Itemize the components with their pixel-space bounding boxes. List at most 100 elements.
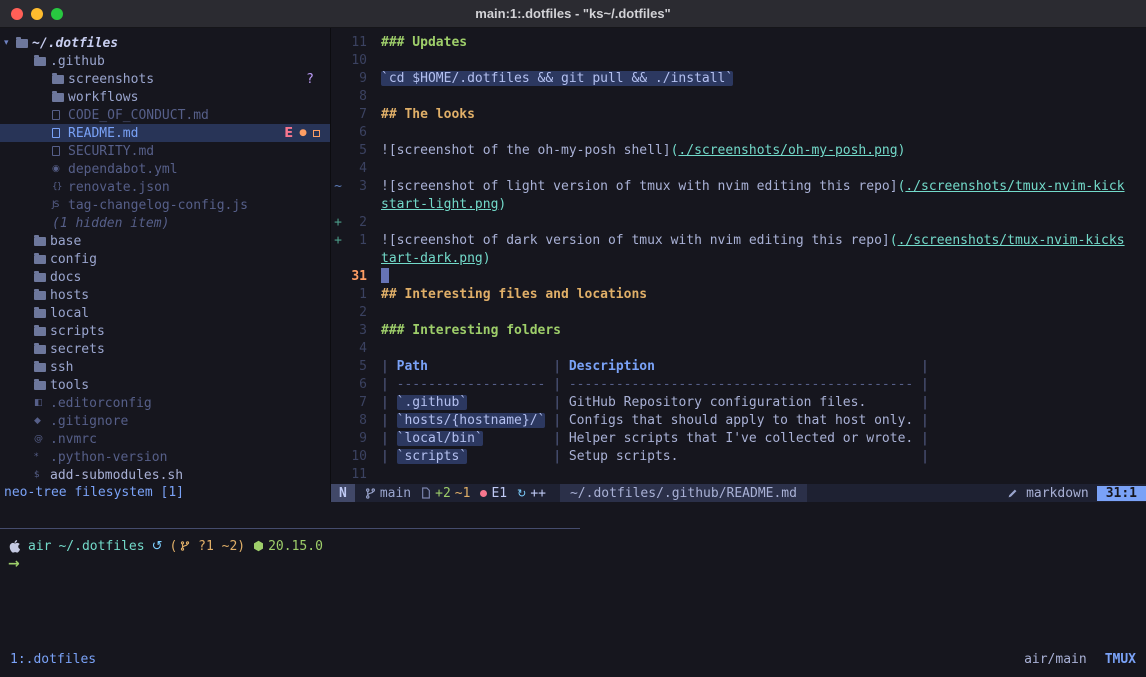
tree-item-label: .python-version [50, 450, 167, 465]
editor-line-10[interactable]: 10| `scripts` | Setup scripts. | [331, 448, 1146, 466]
tree-item-dependabot-yml[interactable]: ◉dependabot.yml [0, 160, 330, 178]
pencil-icon [1007, 488, 1018, 499]
line-number: 11 [345, 466, 367, 484]
diff-changed: ~1 [455, 486, 471, 501]
editor-line-6[interactable]: 6 [331, 124, 1146, 142]
line-number [345, 196, 367, 214]
text-segment: `cd $HOME/.dotfiles && git pull && ./ins… [381, 71, 733, 86]
close-button[interactable] [11, 8, 23, 20]
line-text [367, 52, 381, 70]
tree-item-readme-md[interactable]: README.mdE● [0, 124, 330, 142]
gutter-sign: + [331, 214, 345, 232]
tmux-window-name[interactable]: 1:.dotfiles [10, 652, 96, 677]
line-number: 1 [345, 232, 367, 250]
tree-item-local[interactable]: local [0, 304, 330, 322]
gutter-sign [331, 286, 345, 304]
text-segment: | [381, 395, 397, 410]
tree-item-base[interactable]: base [0, 232, 330, 250]
line-text [367, 304, 381, 322]
tree-item-github[interactable]: .github [0, 52, 330, 70]
text-segment: ## The looks [381, 107, 475, 122]
tree-item-code-of-conduct-md[interactable]: CODE_OF_CONDUCT.md [0, 106, 330, 124]
tree-item-screenshots[interactable]: screenshots? [0, 70, 330, 88]
editor-line-7[interactable]: 7| `.github` | GitHub Repository configu… [331, 394, 1146, 412]
tree-item-workflows[interactable]: workflows [0, 88, 330, 106]
editor-line-4[interactable]: 4 [331, 340, 1146, 358]
tree-item-secrets[interactable]: secrets [0, 340, 330, 358]
editor-line-1[interactable]: 1## Interesting files and locations [331, 286, 1146, 304]
editor-line-1[interactable]: +1![screenshot of dark version of tmux w… [331, 232, 1146, 250]
zoom-button[interactable] [51, 8, 63, 20]
sync-icon: ↺ [152, 539, 163, 554]
tree-item-config[interactable]: config [0, 250, 330, 268]
editor-line-wrap[interactable]: start-light.png) [331, 196, 1146, 214]
tree-item-dotfiles[interactable]: ▾~/.dotfiles [0, 34, 330, 52]
gutter-sign: + [331, 232, 345, 250]
tree-item-python-version[interactable]: *.python-version [0, 448, 330, 466]
tree-item-1-hidden-item[interactable]: (1 hidden item) [0, 214, 330, 232]
editor-line-2[interactable]: +2 [331, 214, 1146, 232]
editor-line-11[interactable]: 11### Updates [331, 34, 1146, 52]
shell-input-line[interactable]: → [8, 555, 1146, 573]
editor-buffer[interactable]: 11### Updates109`cd $HOME/.dotfiles && g… [330, 28, 1146, 502]
editor-line-10[interactable]: 10 [331, 52, 1146, 70]
text-segment: | [545, 395, 568, 410]
editor-line-7[interactable]: 7 ## The looks [331, 106, 1146, 124]
tree-item-security-md[interactable]: SECURITY.md [0, 142, 330, 160]
tree-item-renovate-json[interactable]: {}renovate.json [0, 178, 330, 196]
editor-line-3[interactable]: 3### Interesting folders [331, 322, 1146, 340]
line-text: | `.github` | GitHub Repository configur… [367, 394, 929, 412]
gutter-sign [331, 304, 345, 322]
editor-line-9[interactable]: 9`cd $HOME/.dotfiles && git pull && ./in… [331, 70, 1146, 88]
tree-item-tag-changelog-config-js[interactable]: JStag-changelog-config.js [0, 196, 330, 214]
line-number: 6 [345, 124, 367, 142]
tree-item-docs[interactable]: docs [0, 268, 330, 286]
editor-line-6[interactable]: 6| ------------------- | ---------------… [331, 376, 1146, 394]
terminal-pane[interactable]: air ~/.dotfiles ↺ ( ?1 ~2 ) 20.15.0 → [0, 529, 1146, 647]
gutter-sign [331, 340, 345, 358]
gutter-sign [331, 430, 345, 448]
text-segment: | [381, 359, 397, 374]
text-segment: Configs that should apply to that host o… [569, 413, 913, 428]
line-number: 7 [345, 106, 367, 124]
editor-line-8[interactable]: 8 [331, 88, 1146, 106]
tree-item-gitignore[interactable]: ◆.gitignore [0, 412, 330, 430]
cursor-block [381, 268, 389, 283]
line-text: ## The looks [367, 106, 475, 124]
window-title: main:1:.dotfiles - "ks~/.dotfiles" [475, 6, 670, 21]
text-segment: | [913, 377, 929, 392]
editor-line-4[interactable]: 4 [331, 160, 1146, 178]
diagnostics: E1 [480, 486, 507, 501]
prompt-host: air [28, 539, 51, 554]
line-text [367, 268, 389, 286]
neotree-sidebar[interactable]: ▾~/.dotfiles.githubscreenshots?workflows… [0, 28, 330, 502]
minimize-button[interactable] [31, 8, 43, 20]
tree-item-label: tools [50, 378, 89, 393]
editor-line-5[interactable]: 5![screenshot of the oh-my-posh shell](.… [331, 142, 1146, 160]
gutter-sign [331, 34, 345, 52]
tree-item-nvmrc[interactable]: @.nvmrc [0, 430, 330, 448]
update-count: ++ [530, 486, 546, 501]
tree-item-hosts[interactable]: hosts [0, 286, 330, 304]
statusline-right: markdown 31:1 [1007, 486, 1146, 501]
tree-item-editorconfig[interactable]: ◧.editorconfig [0, 394, 330, 412]
tree-item-tools[interactable]: tools [0, 376, 330, 394]
tree-item-scripts[interactable]: scripts [0, 322, 330, 340]
line-number: 8 [345, 412, 367, 430]
editor-line-2[interactable]: 2 [331, 304, 1146, 322]
editor-line-31[interactable]: 31 [331, 268, 1146, 286]
text-segment: Description [569, 359, 655, 374]
error-count: E1 [491, 486, 507, 501]
editor-line-9[interactable]: 9| `local/bin` | Helper scripts that I'v… [331, 430, 1146, 448]
editor-line-8[interactable]: 8| `hosts/{hostname}/` | Configs that sh… [331, 412, 1146, 430]
tree-item-add-submodules-sh[interactable]: $add-submodules.sh [0, 466, 330, 484]
editor-line-wrap[interactable]: tart-dark.png) [331, 250, 1146, 268]
line-number [345, 250, 367, 268]
editor-line-11[interactable]: 11 [331, 466, 1146, 484]
text-segment: | [913, 449, 929, 464]
editor-line-3[interactable]: ~3![screenshot of light version of tmux … [331, 178, 1146, 196]
editor-line-5[interactable]: 5| Path | Description | [331, 358, 1146, 376]
line-number: 5 [345, 142, 367, 160]
tree-item-ssh[interactable]: ssh [0, 358, 330, 376]
markdown-file-icon [52, 128, 68, 138]
